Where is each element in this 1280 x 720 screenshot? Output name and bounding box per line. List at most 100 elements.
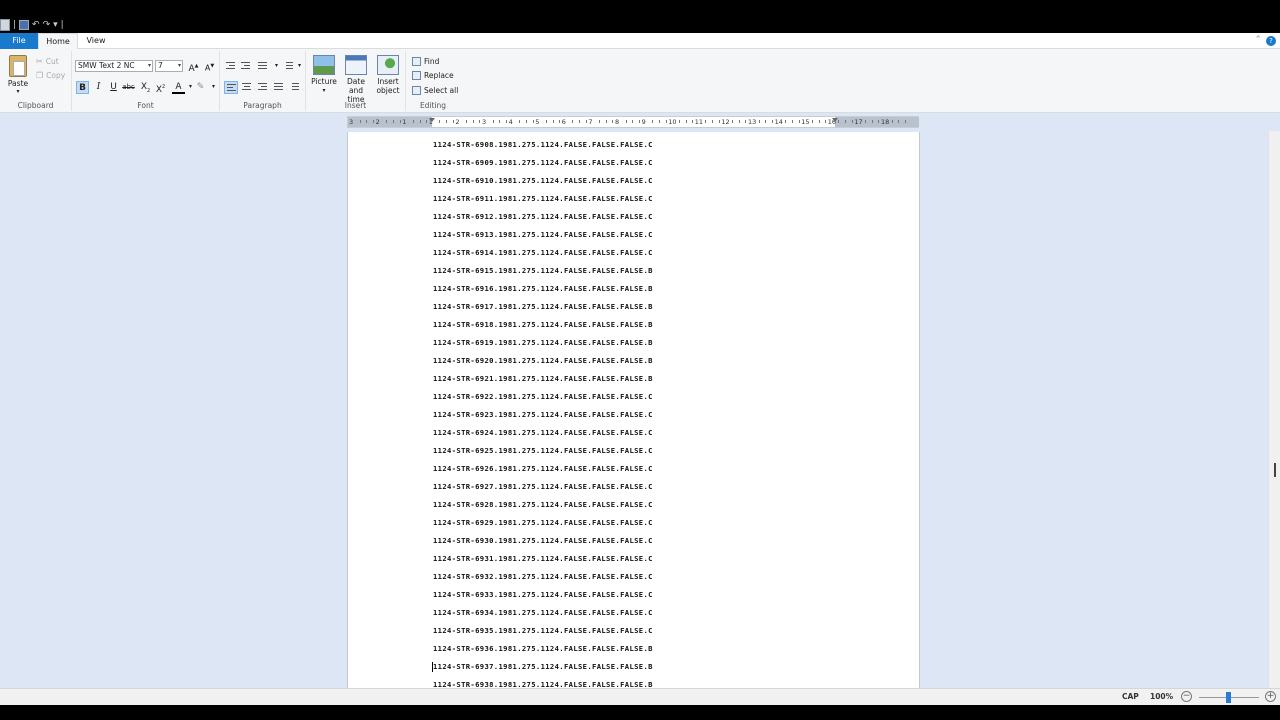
document-line[interactable]: 1124-STR-6920.1981.275.1124.FALSE.FALSE.… [433,355,653,367]
object-label-line2: object [376,86,400,95]
document-line[interactable]: 1124-STR-6926.1981.275.1124.FALSE.FALSE.… [433,463,653,475]
document-line[interactable]: 1124-STR-6938.1981.275.1124.FALSE.FALSE.… [433,679,653,688]
document-line[interactable]: 1124-STR-6914.1981.275.1124.FALSE.FALSE.… [433,247,653,259]
ruler-tick [472,120,474,123]
find-button[interactable]: Find [412,57,439,66]
select-all-button[interactable]: Select all [412,86,458,95]
separator: | [13,20,17,30]
font-family-select[interactable]: SMW Text 2 NC ▾ [75,60,153,72]
ruler-tick [585,120,587,123]
ruler-tick [791,120,793,123]
vertical-scrollbar[interactable] [1268,131,1280,688]
ruler-tick [845,120,847,123]
font-size-select[interactable]: 7 ▾ [155,60,183,72]
shrink-font-icon[interactable]: A▼ [203,60,216,73]
tab-file[interactable]: File [0,33,38,49]
zoom-in-icon[interactable]: + [1265,691,1276,702]
tab-home[interactable]: Home [38,33,78,50]
ruler-number: 3 [482,118,487,126]
document-line[interactable]: 1124-STR-6937.1981.275.1124.FALSE.FALSE.… [433,661,653,673]
document-line[interactable]: 1124-STR-6908.1981.275.1124.FALSE.FALSE.… [433,139,653,151]
ruler-tick [665,120,667,123]
document-line[interactable]: 1124-STR-6929.1981.275.1124.FALSE.FALSE.… [433,517,653,529]
screen-bottom-edge [0,705,1280,720]
app-icon[interactable] [0,19,10,31]
subscript-button[interactable]: X2 [139,81,152,94]
document-line[interactable]: 1124-STR-6921.1981.275.1124.FALSE.FALSE.… [433,373,653,385]
document-line[interactable]: 1124-STR-6923.1981.275.1124.FALSE.FALSE.… [433,409,653,421]
chevron-down-icon[interactable]: ▾ [293,60,306,73]
scrollbar-thumb[interactable] [1274,463,1276,477]
document-line[interactable]: 1124-STR-6915.1981.275.1124.FALSE.FALSE.… [433,265,653,277]
document-line[interactable]: 1124-STR-6913.1981.275.1124.FALSE.FALSE.… [433,229,653,241]
ruler-number: 4 [508,118,513,126]
redo-icon[interactable]: ↷ [43,19,51,31]
indent-marker-right[interactable] [832,118,838,122]
help-icon[interactable]: ? [1266,36,1276,46]
document-line[interactable]: 1124-STR-6912.1981.275.1124.FALSE.FALSE.… [433,211,653,223]
ruler-tick [851,120,853,123]
document-line[interactable]: 1124-STR-6933.1981.275.1124.FALSE.FALSE.… [433,589,653,601]
increase-indent-icon[interactable] [239,60,253,73]
underline-button[interactable]: U [107,81,120,94]
chevron-down-icon[interactable]: ▾ [207,81,220,94]
paragraph-dialog-icon[interactable] [288,81,302,94]
justify-button[interactable] [272,81,286,94]
zoom-out-icon[interactable]: − [1181,691,1192,702]
document-workspace: 3 2 1 1 2 3 4 5 6 7 8 9 10 11 12 13 14 15 16 17 18 1124-STR-… [0,113,1280,688]
align-center-button[interactable] [240,81,254,94]
clipboard-icon [9,55,27,77]
highlight-icon[interactable]: ✎ [194,81,207,94]
document-line[interactable]: 1124-STR-6916.1981.275.1124.FALSE.FALSE.… [433,283,653,295]
document-line[interactable]: 1124-STR-6924.1981.275.1124.FALSE.FALSE.… [433,427,653,439]
bold-button[interactable]: B [76,81,89,94]
indent-marker-left[interactable] [429,118,435,122]
insert-object-button[interactable]: Insert object [374,55,402,95]
strikethrough-button[interactable]: abc [122,81,135,94]
document-page[interactable]: 1124-STR-6908.1981.275.1124.FALSE.FALSE.… [347,132,920,688]
decrease-indent-icon[interactable] [224,60,238,73]
minimize-ribbon-icon[interactable]: ⌃ [1254,35,1262,45]
tab-view[interactable]: View [80,33,112,49]
document-line[interactable]: 1124-STR-6917.1981.275.1124.FALSE.FALSE.… [433,301,653,313]
document-line[interactable]: 1124-STR-6925.1981.275.1124.FALSE.FALSE.… [433,445,653,457]
zoom-slider-thumb[interactable] [1226,692,1231,703]
document-line[interactable]: 1124-STR-6935.1981.275.1124.FALSE.FALSE.… [433,625,653,637]
ruler-tick [532,120,534,123]
document-line[interactable]: 1124-STR-6934.1981.275.1124.FALSE.FALSE.… [433,607,653,619]
document-line[interactable]: 1124-STR-6918.1981.275.1124.FALSE.FALSE.… [433,319,653,331]
superscript-button[interactable]: X2 [154,81,167,95]
ruler-tick [525,120,527,123]
ruler-tick [838,120,840,123]
save-icon[interactable] [19,20,30,30]
align-left-button[interactable] [224,81,238,94]
cut-button[interactable]: ✂ Cut [36,57,59,66]
document-line[interactable]: 1124-STR-6910.1981.275.1124.FALSE.FALSE.… [433,175,653,187]
document-line[interactable]: 1124-STR-6936.1981.275.1124.FALSE.FALSE.… [433,643,653,655]
align-right-button[interactable] [256,81,270,94]
bullets-icon[interactable] [256,60,270,73]
italic-button[interactable]: I [92,81,105,94]
insert-datetime-button[interactable]: Date and time [340,55,372,104]
replace-button[interactable]: Replace [412,71,454,80]
document-line[interactable]: 1124-STR-6909.1981.275.1124.FALSE.FALSE.… [433,157,653,169]
document-line[interactable]: 1124-STR-6931.1981.275.1124.FALSE.FALSE.… [433,553,653,565]
customize-qat-icon[interactable]: ▾ [53,19,58,31]
grow-font-icon[interactable]: A▲ [187,60,200,74]
document-line[interactable]: 1124-STR-6932.1981.275.1124.FALSE.FALSE.… [433,571,653,583]
document-line[interactable]: 1124-STR-6922.1981.275.1124.FALSE.FALSE.… [433,391,653,403]
document-line[interactable]: 1124-STR-6919.1981.275.1124.FALSE.FALSE.… [433,337,653,349]
cut-label: Cut [45,57,59,66]
undo-icon[interactable]: ↶ [32,19,40,31]
horizontal-ruler[interactable]: 3 2 1 1 2 3 4 5 6 7 8 9 10 11 12 13 14 15 16 17 18 [347,116,919,128]
ruler-number: 2 [455,118,460,126]
ruler-tick [825,120,827,123]
insert-picture-button[interactable]: Picture ▾ [311,55,337,95]
ruler-tick [412,120,414,123]
document-line[interactable]: 1124-STR-6928.1981.275.1124.FALSE.FALSE.… [433,499,653,511]
paste-button[interactable]: Paste ▾ [6,55,30,95]
copy-button[interactable]: ❐ Copy [36,71,65,80]
document-line[interactable]: 1124-STR-6927.1981.275.1124.FALSE.FALSE.… [433,481,653,493]
document-line[interactable]: 1124-STR-6930.1981.275.1124.FALSE.FALSE.… [433,535,653,547]
document-line[interactable]: 1124-STR-6911.1981.275.1124.FALSE.FALSE.… [433,193,653,205]
